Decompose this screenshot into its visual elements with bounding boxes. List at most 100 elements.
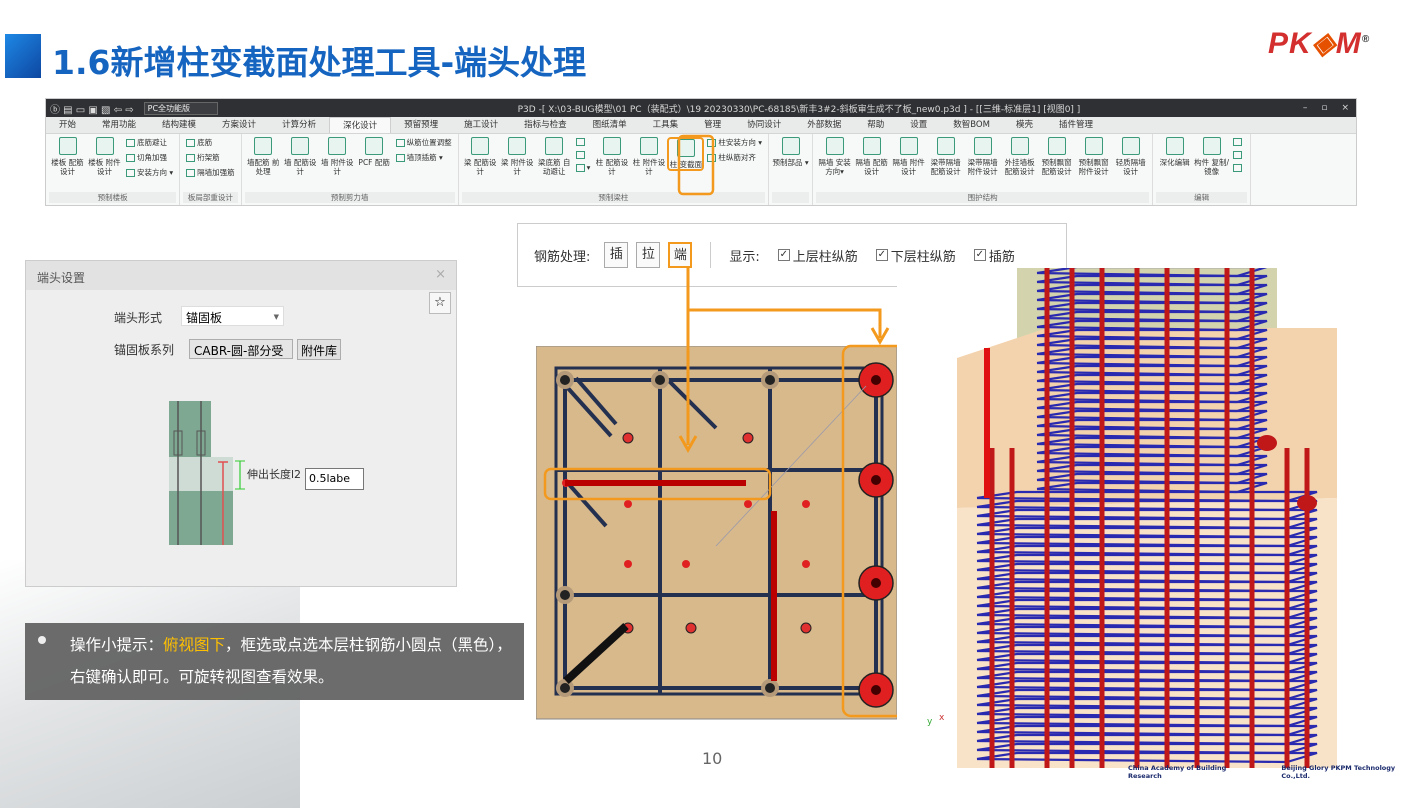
small-ribbon-button[interactable]: 底筋避让: [126, 137, 173, 148]
tab-11[interactable]: 管理: [691, 117, 734, 133]
rebar-dot[interactable]: [765, 683, 775, 693]
ribbon-button[interactable]: 墙 配筋设计: [282, 137, 319, 176]
end-form-select[interactable]: 锚固板 ▼: [181, 306, 284, 326]
tab-0[interactable]: 开始: [46, 117, 89, 133]
small-ribbon-button[interactable]: 柱安装方向 ▾: [707, 137, 762, 148]
tab-15[interactable]: 设置: [897, 117, 940, 133]
small-ribbon-button[interactable]: 柱纵筋对齐: [707, 152, 762, 163]
ribbon-button[interactable]: 楼板 配筋设计: [49, 137, 86, 176]
favorite-star-button[interactable]: ☆: [429, 292, 451, 314]
pull-button[interactable]: 拉: [636, 242, 661, 268]
tab-10[interactable]: 工具集: [640, 117, 692, 133]
small-button-label: ▾: [586, 163, 591, 172]
dialog-header: 端头设置 ×: [26, 261, 456, 290]
ribbon-button[interactable]: 柱 变截面: [667, 137, 705, 171]
tab-16[interactable]: 数智BOM: [940, 117, 1003, 133]
upper-column-rebar-checkbox[interactable]: ✓ 上层柱纵筋: [777, 246, 858, 265]
tab-6[interactable]: 预留预埋: [391, 117, 451, 133]
ribbon-button[interactable]: 梁 配筋设计: [462, 137, 499, 176]
small-ribbon-button[interactable]: 安装方向 ▾: [126, 167, 173, 178]
small-ribbon-button[interactable]: 墙顶插筋 ▾: [395, 152, 452, 163]
small-ribbon-button[interactable]: [1233, 137, 1244, 146]
maximize-button[interactable]: ▫: [1321, 103, 1327, 113]
small-ribbon-button[interactable]: [575, 137, 591, 146]
small-button-label: 桁架筋: [197, 153, 220, 162]
tool-icon: [291, 137, 310, 155]
small-ribbon-button[interactable]: 桁架筋: [186, 152, 235, 163]
ribbon-button[interactable]: 深化编辑: [1156, 137, 1193, 167]
tab-1[interactable]: 常用功能: [89, 117, 149, 133]
tab-13[interactable]: 外部数据: [794, 117, 854, 133]
mode-dropdown[interactable]: PC全功能版: [143, 101, 218, 115]
ribbon-button[interactable]: 柱 配筋设计: [593, 137, 630, 176]
ribbon-button[interactable]: 楼板 附件设计: [86, 137, 123, 176]
extend-length-input[interactable]: 0.5labe: [305, 468, 364, 490]
rebar-dot[interactable]: [560, 375, 570, 385]
end-button[interactable]: 端: [668, 242, 693, 268]
tab-18[interactable]: 插件管理: [1046, 117, 1106, 133]
ribbon-button[interactable]: 外挂墙板 配筋设计: [1001, 137, 1038, 176]
small-button-column: 底筋桁架筋隔墙加强筋: [183, 137, 238, 178]
tab-7[interactable]: 施工设计: [451, 117, 511, 133]
ribbon-button[interactable]: 预制部品 ▾: [772, 137, 809, 167]
tool-icon: [575, 138, 585, 146]
ribbon-group: 预制部品 ▾: [769, 134, 814, 205]
small-ribbon-button[interactable]: 纵筋位置调整: [395, 137, 452, 148]
tool-icon: [126, 139, 135, 147]
lower-column-rebar-checkbox[interactable]: ✓ 下层柱纵筋: [875, 246, 956, 265]
tab-2[interactable]: 结构建模: [149, 117, 209, 133]
tab-17[interactable]: 模壳: [1003, 117, 1046, 133]
tab-8[interactable]: 指标与检查: [511, 117, 580, 133]
small-ribbon-button[interactable]: 切角加强: [126, 152, 173, 163]
insert-button[interactable]: 插: [604, 242, 629, 268]
small-ribbon-button[interactable]: 隔墙加强筋: [186, 167, 235, 178]
minimize-button[interactable]: –: [1303, 103, 1308, 113]
close-icon[interactable]: ×: [435, 267, 446, 282]
ribbon-button[interactable]: 预制飘窗 配筋设计: [1038, 137, 1075, 176]
ribbon-button[interactable]: PCF 配筋: [356, 137, 393, 167]
end-settings-dialog: 端头设置 × ☆ 端头形式 锚固板 ▼ 锚固板系列 CABR-圆-部分受 附件库 …: [25, 260, 457, 587]
ribbon-button[interactable]: 预制飘窗 附件设计: [1075, 137, 1112, 176]
small-ribbon-button[interactable]: [1233, 150, 1244, 159]
anchor-plate: [1257, 435, 1277, 451]
ribbon-button[interactable]: 隔墙 附件设计: [890, 137, 927, 176]
tab-3[interactable]: 方案设计: [209, 117, 269, 133]
rebar-dot[interactable]: [765, 375, 775, 385]
checkbox-label: 下层柱纵筋: [890, 249, 956, 265]
dowel-rebar-checkbox[interactable]: ✓ 插筋: [973, 246, 1015, 265]
ribbon-button-label: 隔墙 安装方向▾: [818, 158, 851, 176]
rebar-core: [871, 375, 881, 385]
quick-access-icons[interactable]: ⓑ ▤ ▭ ▣ ▧ ⇦ ⇨: [50, 101, 134, 116]
library-button[interactable]: 附件库: [297, 339, 342, 360]
ribbon-button[interactable]: 梁底筋 自动避让: [536, 137, 573, 176]
ribbon-button-label: 楼板 附件设计: [88, 158, 121, 176]
small-ribbon-button[interactable]: [1233, 163, 1244, 172]
ribbon-button[interactable]: 柱 附件设计: [630, 137, 667, 176]
tab-5[interactable]: 深化设计: [329, 117, 392, 133]
ribbon-button[interactable]: 隔墙 配筋设计: [853, 137, 890, 176]
rebar-dot[interactable]: [560, 683, 570, 693]
tool-icon: [328, 137, 347, 155]
ribbon-button[interactable]: 隔墙 安装方向▾: [816, 137, 853, 176]
checkbox-icon: ✓: [777, 249, 790, 261]
rebar-dot[interactable]: [560, 590, 570, 600]
tab-12[interactable]: 协同设计: [734, 117, 794, 133]
pkpm-company-logo: Beijing Glory PKPM Technology Co.,Ltd.: [1281, 764, 1396, 780]
small-ribbon-button[interactable]: 底筋: [186, 137, 235, 148]
ribbon-button[interactable]: 轻质隔墙 设计: [1112, 137, 1149, 176]
ribbon-button[interactable]: 构件 复制/镜像: [1193, 137, 1230, 176]
ribbon-button[interactable]: 墙配筋 前处理: [245, 137, 282, 176]
small-ribbon-button[interactable]: ▾: [575, 163, 591, 172]
rebar-dot[interactable]: [655, 375, 665, 385]
ribbon-button[interactable]: 梁带隔墙 配筋设计: [927, 137, 964, 176]
ribbon-button[interactable]: 墙 附件设计: [319, 137, 356, 176]
tab-4[interactable]: 计算分析: [269, 117, 329, 133]
small-ribbon-button[interactable]: [575, 150, 591, 159]
tab-14[interactable]: 帮助: [854, 117, 897, 133]
ribbon-button[interactable]: 梁带隔墙 附件设计: [964, 137, 1001, 176]
small-button-column: ▾: [573, 137, 594, 172]
series-select[interactable]: CABR-圆-部分受: [189, 339, 293, 359]
ribbon-button[interactable]: 梁 附件设计: [499, 137, 536, 176]
close-button[interactable]: ×: [1341, 103, 1349, 113]
tab-9[interactable]: 图纸清单: [580, 117, 640, 133]
